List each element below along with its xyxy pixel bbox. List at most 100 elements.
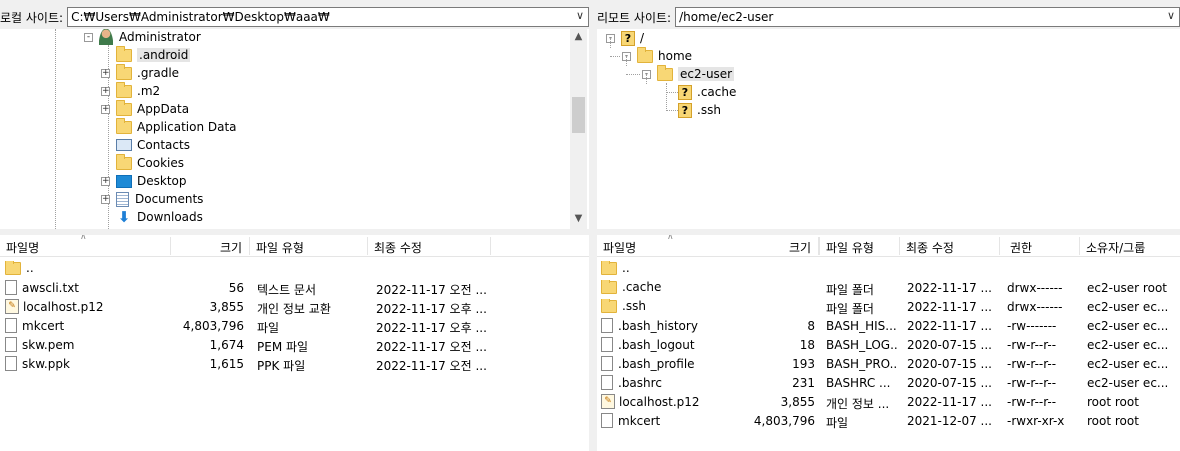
remote-directory-tree[interactable]: -? / - home - ec2-user? .cache ? .ssh bbox=[597, 29, 1180, 229]
column-header-size[interactable]: 크기 bbox=[789, 239, 811, 256]
local-tree-item[interactable]: + Desktop bbox=[101, 172, 187, 190]
expand-icon[interactable]: + bbox=[101, 104, 110, 114]
tree-item-label[interactable]: Documents bbox=[135, 192, 203, 206]
file-name: .cache bbox=[622, 280, 662, 294]
column-header-type[interactable]: 파일 유형 bbox=[826, 239, 874, 256]
cell-type: 텍스트 문서 bbox=[257, 283, 317, 297]
tree-item-label[interactable]: Cookies bbox=[137, 156, 184, 170]
expand-icon[interactable]: + bbox=[101, 86, 110, 96]
local-tree-item[interactable]: - Administrator bbox=[84, 29, 201, 46]
column-header-modified[interactable]: 최종 수정 bbox=[906, 239, 954, 256]
unknown-folder-icon: ? bbox=[678, 84, 692, 100]
file-row[interactable]: .bash_logout 18 BASH_LOG... 2020-07-15 ... -… bbox=[597, 336, 1180, 355]
tree-item-label[interactable]: Contacts bbox=[137, 138, 190, 152]
tree-item-label[interactable]: Downloads bbox=[137, 210, 203, 224]
local-tree-item[interactable]: + .m2 bbox=[101, 81, 160, 100]
file-row[interactable]: mkcert 4,803,796 파일 2022-11-17 오후 ... bbox=[0, 317, 589, 336]
cell-modified: 2022-11-17 오전 ... bbox=[376, 359, 487, 373]
file-row[interactable]: .bashrc 231 BASHRC ... 2020-07-15 ... -rw-r-… bbox=[597, 374, 1180, 393]
local-tree-item[interactable]: Cookies bbox=[116, 153, 184, 172]
file-row[interactable]: .bash_profile 193 BASH_PRO... 2020-07-15 ..… bbox=[597, 355, 1180, 374]
remote-path-value[interactable]: /home/ec2-user bbox=[679, 10, 773, 24]
local-path-combobox[interactable]: C:₩Users₩Administrator₩Desktop₩aaa₩ ∨ bbox=[67, 7, 589, 27]
collapse-icon[interactable]: - bbox=[84, 32, 93, 42]
tree-item-label[interactable]: .m2 bbox=[137, 84, 160, 98]
remote-tree-item[interactable]: - ec2-user bbox=[642, 64, 735, 83]
remote-tree-item[interactable]: ? .cache bbox=[678, 83, 736, 101]
column-header-owner[interactable]: 소유자/그룹 bbox=[1086, 239, 1145, 256]
local-tree-item[interactable]: + .gradle bbox=[101, 63, 179, 82]
chevron-down-icon[interactable]: ∨ bbox=[1167, 9, 1175, 22]
remote-file-list[interactable]: ∧ 파일명 크기 파일 유형 최종 수정 권한 소유자/그룹 .. .cache 파… bbox=[597, 235, 1180, 451]
scroll-down-icon[interactable]: ▼ bbox=[570, 213, 587, 224]
local-tree-item[interactable]: + Documents bbox=[101, 190, 203, 208]
tree-item-label[interactable]: .ssh bbox=[697, 103, 721, 117]
local-path-value[interactable]: C:₩Users₩Administrator₩Desktop₩aaa₩ bbox=[71, 10, 330, 24]
column-header-name[interactable]: 파일명 bbox=[6, 239, 39, 256]
column-separator bbox=[367, 237, 368, 255]
column-header-modified[interactable]: 최종 수정 bbox=[374, 239, 422, 256]
remote-tree-item[interactable]: - home bbox=[622, 46, 692, 65]
remote-tree-item[interactable]: ? .ssh bbox=[678, 101, 721, 119]
file-row[interactable]: .ssh 파일 폴더 2022-11-17 ... drwx------ ec2-use… bbox=[597, 298, 1180, 317]
tree-item-label[interactable]: Desktop bbox=[137, 174, 187, 188]
file-row[interactable]: ✎ localhost.p12 3,855 개인 정보 ... 2022-11-17 .… bbox=[597, 393, 1180, 412]
local-tree-item[interactable]: + AppData bbox=[101, 99, 189, 118]
column-header-size[interactable]: 크기 bbox=[220, 239, 242, 256]
cell-name: .. bbox=[601, 261, 741, 275]
cell-modified: 2022-11-17 ... bbox=[907, 300, 992, 314]
file-row[interactable]: skw.pem 1,674 PEM 파일 2022-11-17 오전 ... bbox=[0, 336, 589, 355]
cell-name: .bash_logout bbox=[601, 337, 741, 352]
expand-icon[interactable]: + bbox=[101, 68, 110, 78]
file-row[interactable]: ✎ localhost.p12 3,855 개인 정보 교환 2022-11-17 오후… bbox=[0, 298, 589, 317]
cell-modified: 2022-11-17 오전 ... bbox=[376, 340, 487, 354]
local-tree-item[interactable]: Application Data bbox=[116, 117, 237, 136]
file-row[interactable]: mkcert 4,803,796 파일 2021-12-07 ... -rwxr-xr-… bbox=[597, 412, 1180, 431]
tree-item-label[interactable]: .cache bbox=[697, 85, 736, 99]
tree-item-label[interactable]: AppData bbox=[137, 102, 189, 116]
local-tree-scrollbar[interactable]: ▲ ▼ bbox=[570, 29, 587, 229]
cell-type: BASH_LOG... bbox=[826, 338, 898, 352]
cell-name: ✎ localhost.p12 bbox=[5, 299, 170, 314]
tree-item-label[interactable]: home bbox=[658, 49, 692, 63]
column-separator bbox=[170, 237, 171, 255]
file-row[interactable]: skw.ppk 1,615 PPK 파일 2022-11-17 오전 ... bbox=[0, 355, 589, 374]
local-tree-item[interactable]: Contacts bbox=[116, 136, 190, 154]
chevron-down-icon[interactable]: ∨ bbox=[576, 9, 584, 22]
file-row[interactable]: .. bbox=[597, 260, 1180, 279]
file-row[interactable]: .cache 파일 폴더 2022-11-17 ... drwx------ ec2-u… bbox=[597, 279, 1180, 298]
column-header-name[interactable]: 파일명 bbox=[603, 239, 636, 256]
tree-item-label[interactable]: Administrator bbox=[119, 30, 201, 44]
tree-item-label[interactable]: / bbox=[640, 31, 644, 45]
cell-type: 파일 bbox=[826, 416, 849, 430]
tree-item-label[interactable]: .android bbox=[137, 48, 191, 62]
expand-icon[interactable]: + bbox=[101, 176, 110, 186]
column-separator bbox=[249, 237, 250, 255]
column-header-permissions[interactable]: 권한 bbox=[1010, 239, 1032, 256]
local-file-list[interactable]: ∧ 파일명 크기 파일 유형 최종 수정 .. awscli.txt 56 텍스트 문… bbox=[0, 235, 589, 451]
local-directory-tree[interactable]: - Administrator .android + .gradle + .m2 + AppDa… bbox=[0, 29, 589, 229]
cell-modified: 2021-12-07 ... bbox=[907, 414, 992, 428]
remote-path-combobox[interactable]: /home/ec2-user ∨ bbox=[675, 7, 1180, 27]
cell-type: BASHRC ... bbox=[826, 376, 891, 390]
file-row[interactable]: .. bbox=[0, 260, 589, 279]
cell-size: 1,615 bbox=[209, 357, 244, 371]
file-row[interactable]: .bash_history 8 BASH_HIS... 2022-11-17 ... -… bbox=[597, 317, 1180, 336]
cell-perm: -rw-r--r-- bbox=[1007, 395, 1057, 409]
file-icon bbox=[601, 318, 613, 333]
tree-item-label[interactable]: .gradle bbox=[137, 66, 179, 80]
tree-item-label[interactable]: Application Data bbox=[137, 120, 237, 134]
cell-name: .bashrc bbox=[601, 375, 741, 390]
file-name: .. bbox=[26, 261, 34, 275]
expand-icon[interactable]: + bbox=[101, 194, 110, 204]
local-tree-item[interactable]: .android bbox=[116, 45, 191, 64]
user-icon bbox=[99, 29, 113, 45]
scrollbar-thumb[interactable] bbox=[572, 97, 585, 133]
local-tree-item[interactable]: ⬇ Downloads bbox=[116, 208, 203, 226]
remote-tree-item[interactable]: -? / bbox=[606, 29, 644, 47]
tree-item-label[interactable]: ec2-user bbox=[678, 67, 735, 81]
scroll-up-icon[interactable]: ▲ bbox=[570, 31, 587, 42]
column-header-type[interactable]: 파일 유형 bbox=[256, 239, 304, 256]
tree-line bbox=[610, 38, 611, 48]
file-row[interactable]: awscli.txt 56 텍스트 문서 2022-11-17 오전 ... bbox=[0, 279, 589, 298]
